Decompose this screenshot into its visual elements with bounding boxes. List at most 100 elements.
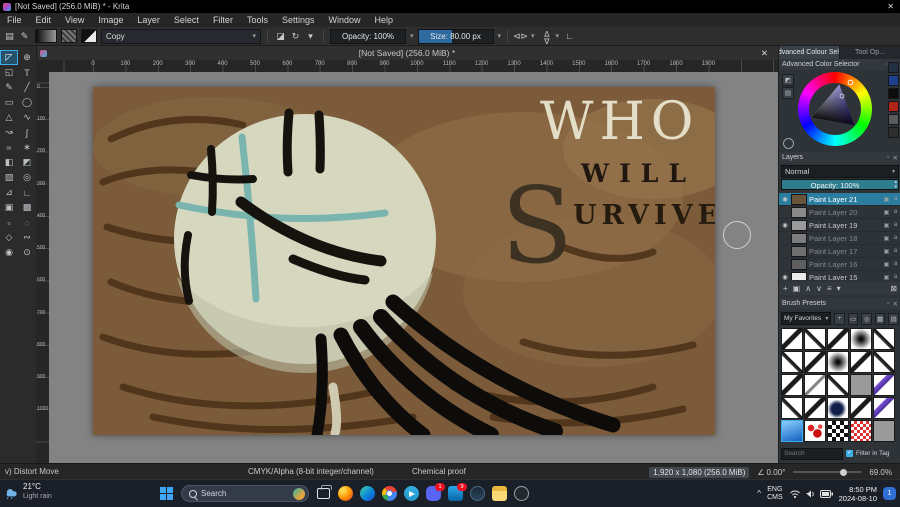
canvas-angle[interactable]: ∠ 0.00°: [757, 468, 785, 477]
brush-preset-stroke-b[interactable]: [827, 374, 849, 396]
notification-badge[interactable]: 1: [883, 487, 896, 500]
taskbar-search[interactable]: Search: [181, 485, 309, 502]
mirror-horizontal-button[interactable]: ⊲⊳: [513, 30, 528, 43]
brush-preset-pencil[interactable]: [804, 374, 826, 396]
add-layer-button[interactable]: +: [783, 284, 788, 293]
brush-preset-checker[interactable]: [827, 420, 849, 442]
gradient-chooser[interactable]: [35, 29, 57, 43]
selector-settings-button[interactable]: ▤: [782, 87, 794, 99]
brush-preset-stroke-a[interactable]: [781, 328, 803, 350]
menu-help[interactable]: Help: [368, 15, 401, 25]
duplicate-layer-button[interactable]: ▣: [793, 284, 801, 293]
tool-select-contiguous[interactable]: ◉: [0, 245, 18, 260]
color-history-swatch[interactable]: [888, 114, 899, 125]
brush-preset-stroke-b[interactable]: [873, 328, 895, 350]
clock[interactable]: 8:50 PM 2024-08-10: [839, 485, 877, 503]
brush-blending-mode-dropdown[interactable]: Copy ▾: [101, 28, 261, 44]
close-docker-icon[interactable]: ✕: [893, 154, 898, 162]
color-wheel[interactable]: [798, 72, 872, 146]
alpha-inherit-icon[interactable]: ▣: [883, 209, 890, 216]
weather-widget[interactable]: 21°C Light rain: [3, 482, 52, 502]
mirror-vertical-caret-icon[interactable]: ▾: [556, 32, 560, 40]
taskbar-app-discord[interactable]: 1: [425, 483, 445, 502]
zoom-value[interactable]: 69.0%: [869, 468, 892, 477]
alpha-lock-icon[interactable]: a: [892, 261, 899, 268]
brush-preset-blue-selected[interactable]: [781, 420, 803, 442]
tool-smart-patch[interactable]: ▩: [18, 200, 36, 215]
reload-preset-icon[interactable]: ↻: [289, 30, 302, 43]
opacity-spin-buttons[interactable]: ▴ ▾: [894, 180, 897, 190]
tool-measure[interactable]: ∟: [18, 185, 36, 200]
layer-visibility-icon[interactable]: ◉: [781, 195, 789, 203]
color-history-swatch[interactable]: [888, 62, 899, 73]
alpha-inherit-icon[interactable]: ▣: [883, 261, 890, 268]
tool-text[interactable]: T: [18, 65, 36, 80]
system-tray[interactable]: [789, 489, 833, 499]
taskbar-app-task-view[interactable]: [315, 485, 332, 502]
grid-view-icon[interactable]: ▦: [874, 312, 886, 325]
color-history-swatch[interactable]: [888, 127, 899, 138]
eraser-mode-icon[interactable]: ◪: [274, 30, 287, 43]
tab-tool-options[interactable]: Tool Op...: [840, 46, 900, 59]
layer-properties-button[interactable]: ≡: [827, 284, 832, 293]
brush-preset-stroke-b[interactable]: [873, 351, 895, 373]
brush-preset-gray[interactable]: [873, 420, 895, 442]
zoom-slider[interactable]: [793, 468, 862, 476]
tool-color-sampler[interactable]: ◎: [18, 170, 36, 185]
move-layer-up-button[interactable]: ∧: [805, 284, 811, 293]
brush-preset-stroke-b[interactable]: [804, 328, 826, 350]
brush-preset-stroke-a[interactable]: [850, 397, 872, 419]
tool-select-freehand[interactable]: ∾: [18, 230, 36, 245]
float-docker-icon[interactable]: ▫: [887, 300, 889, 308]
alpha-inherit-icon[interactable]: ▣: [883, 222, 890, 229]
float-docker-icon[interactable]: ▫: [887, 154, 889, 162]
tool-fill[interactable]: ◧: [0, 155, 18, 170]
tool-dynamic-brush[interactable]: ≈: [0, 140, 18, 155]
brush-preset-violet[interactable]: [873, 397, 895, 419]
layer-row[interactable]: Paint Layer 17 ▣ a: [779, 245, 900, 258]
alpha-lock-icon[interactable]: a: [892, 222, 899, 229]
tool-rectangle[interactable]: ▭: [0, 95, 18, 110]
alpha-inherit-icon[interactable]: ▣: [883, 248, 890, 255]
zoom-slider-knob[interactable]: [840, 468, 848, 476]
brush-preset-stroke-b[interactable]: [781, 351, 803, 373]
pattern-chooser[interactable]: [61, 29, 77, 43]
edit-brush-settings-icon[interactable]: ✎: [18, 30, 31, 43]
alpha-lock-icon[interactable]: a: [892, 209, 899, 216]
tool-multibrush[interactable]: ∗: [18, 140, 36, 155]
tag-filter-dropdown[interactable]: My Favorites ▾: [781, 312, 832, 325]
brush-preset-stroke-a[interactable]: [850, 351, 872, 373]
taskbar-app-file-explorer[interactable]: [491, 485, 508, 502]
alpha-lock-icon[interactable]: a: [892, 274, 899, 281]
tool-gradient[interactable]: ▨: [0, 170, 18, 185]
brush-preset-stroke-a[interactable]: [781, 374, 803, 396]
brush-preset-stroke-a[interactable]: [827, 328, 849, 350]
brush-preset-red-dots[interactable]: [804, 420, 826, 442]
brush-preset-soft[interactable]: [850, 328, 872, 350]
menu-image[interactable]: Image: [91, 15, 130, 25]
menu-filter[interactable]: Filter: [206, 15, 240, 25]
delete-layer-button[interactable]: ⊠: [890, 284, 897, 293]
taskbar-app-firefox[interactable]: [337, 485, 354, 502]
tool-freehand-path[interactable]: ∫: [18, 125, 36, 140]
tool-polyline[interactable]: ∿: [18, 110, 36, 125]
canvas-angle-button[interactable]: ∟: [563, 30, 576, 43]
brush-preset-stroke-a[interactable]: [804, 397, 826, 419]
selector-shape-button[interactable]: ◩: [782, 74, 794, 86]
move-layer-down-button[interactable]: ∨: [816, 284, 822, 293]
document-close-button[interactable]: ✕: [761, 48, 768, 59]
layer-visibility-icon[interactable]: ◉: [781, 221, 789, 229]
brush-search-input[interactable]: [781, 447, 843, 460]
taskbar-app-chrome[interactable]: [381, 485, 398, 502]
opacity-caret-icon[interactable]: ▾: [410, 32, 414, 40]
proofing-label[interactable]: Chemical proof: [412, 467, 466, 476]
brush-preset-stroke-a[interactable]: [804, 351, 826, 373]
start-button[interactable]: [158, 485, 175, 502]
size-slider[interactable]: Size: 80.00 px: [417, 28, 494, 44]
menu-edit[interactable]: Edit: [29, 15, 59, 25]
tool-zoom[interactable]: ⊙: [18, 245, 36, 260]
layer-row[interactable]: Paint Layer 16 ▣ a: [779, 258, 900, 271]
tool-select-elliptical[interactable]: ◌: [18, 215, 36, 230]
tool-move[interactable]: ⊕: [18, 50, 36, 65]
color-history-swatch[interactable]: [888, 88, 899, 99]
